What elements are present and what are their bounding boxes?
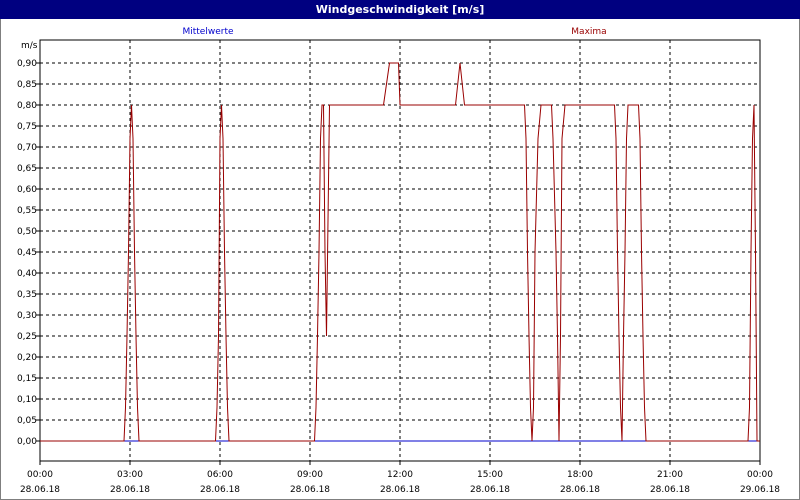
x-tick-date: 28.06.18: [290, 485, 330, 495]
y-tick-label: 0,30: [17, 311, 37, 321]
x-tick-time: 00:00: [747, 470, 773, 480]
x-axis-ticks: 00:00 28.06.18 03:00 28.06.18 06:00 28.06.18 0…: [20, 461, 780, 495]
x-tick-time: 00:00: [27, 470, 53, 480]
x-tick-date: 28.06.18: [110, 485, 150, 495]
x-tick-time: 21:00: [657, 470, 683, 480]
x-tick-date: 28.06.18: [380, 485, 420, 495]
y-tick-label: 0,55: [17, 206, 37, 216]
x-tick-time: 12:00: [387, 470, 413, 480]
y-tick-label: 0,90: [17, 59, 37, 69]
y-axis-label: m/s: [21, 41, 38, 51]
x-tick-date: 28.06.18: [470, 485, 510, 495]
y-tick-label: 0,35: [17, 290, 37, 300]
x-tick-time: 15:00: [477, 470, 503, 480]
y-tick-label: 0,00: [17, 437, 37, 447]
y-tick-label: 0,15: [17, 374, 37, 384]
x-tick-date: 28.06.18: [20, 485, 60, 495]
legend-mittelwerte: Mittelwerte: [182, 27, 233, 37]
y-tick-label: 0,50: [17, 227, 37, 237]
y-tick-label: 0,65: [17, 164, 37, 174]
x-tick-date: 28.06.18: [200, 485, 240, 495]
line-chart: 0,00 0,05 0,10 0,15 0,20 0,25 0,30 0,35 0,40 0,45…: [17, 27, 780, 495]
x-tick-date: 28.06.18: [560, 485, 600, 495]
y-tick-label: 0,20: [17, 353, 37, 363]
legend-maxima: Maxima: [571, 27, 606, 37]
y-tick-label: 0,25: [17, 332, 37, 342]
x-tick-time: 18:00: [567, 470, 593, 480]
y-tick-label: 0,05: [17, 416, 37, 426]
x-tick-time: 06:00: [207, 470, 233, 480]
y-tick-label: 0,70: [17, 143, 37, 153]
x-tick-time: 03:00: [117, 470, 143, 480]
y-tick-label: 0,45: [17, 248, 37, 258]
x-tick-time: 09:00: [297, 470, 323, 480]
y-axis-ticks: 0,00 0,05 0,10 0,15 0,20 0,25 0,30 0,35 0,40 0,45…: [17, 59, 40, 447]
y-tick-label: 0,85: [17, 80, 37, 90]
y-tick-label: 0,40: [17, 269, 37, 279]
y-tick-label: 0,10: [17, 395, 37, 405]
y-tick-label: 0,60: [17, 185, 37, 195]
x-tick-date: 29.06.18: [740, 485, 780, 495]
y-tick-label: 0,80: [17, 101, 37, 111]
y-tick-label: 0,75: [17, 122, 37, 132]
x-tick-date: 28.06.18: [650, 485, 690, 495]
